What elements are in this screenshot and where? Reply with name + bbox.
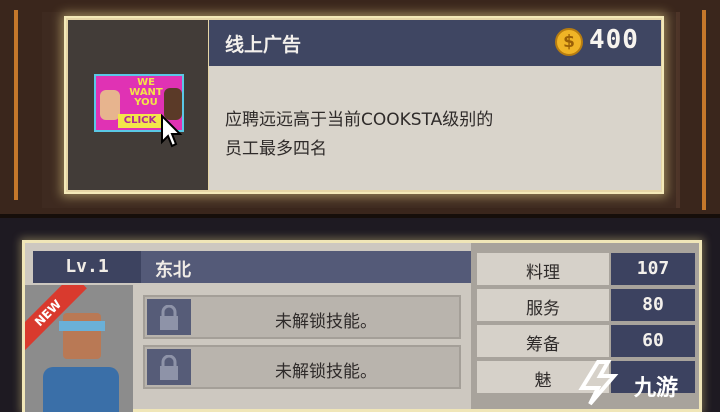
watermark-logo-icon xyxy=(578,360,619,406)
skill-slot-1[interactable]: 未解锁技能。 xyxy=(143,295,461,339)
lock-icon xyxy=(147,349,191,385)
portrait-body xyxy=(43,367,119,412)
ad-title: 线上广告 xyxy=(225,34,302,56)
ad-price: 400 xyxy=(589,25,639,55)
stat-value: 80 xyxy=(611,289,695,321)
lock-icon xyxy=(147,299,191,335)
stat-value: 107 xyxy=(611,253,695,285)
stat-row-service: 服务 80 xyxy=(477,289,695,323)
watermark: 九游 xyxy=(548,350,720,412)
skill-label: 未解锁技能。 xyxy=(275,312,377,332)
ad-description: 应聘远远高于当前COOKSTA级别的 员工最多四名 xyxy=(225,106,605,164)
stat-label-box: 服务 xyxy=(477,289,609,321)
thumbnail-person-left xyxy=(100,90,120,120)
skill-label: 未解锁技能。 xyxy=(275,362,377,382)
stat-row-cooking: 料理 107 xyxy=(477,253,695,287)
ad-thumbnail-panel: WE WANT YOU CLICK xyxy=(68,20,208,190)
portrait-head xyxy=(63,313,101,359)
thumbnail-click-label: CLICK xyxy=(118,114,162,128)
online-ad-card[interactable]: WE WANT YOU CLICK 线上广告 $ 400 应聘远远高于当前COO… xyxy=(64,16,664,194)
ad-description-line2: 员工最多四名 xyxy=(225,139,327,159)
employee-name-bar: 东北 xyxy=(141,251,471,283)
watermark-text: 九游 xyxy=(634,376,679,401)
employee-level: Lv.1 xyxy=(33,251,141,283)
coin-icon: $ xyxy=(555,28,583,56)
skill-slot-2[interactable]: 未解锁技能。 xyxy=(143,345,461,389)
mouse-cursor-icon xyxy=(161,114,183,148)
ad-description-line1: 应聘远远高于当前COOKSTA级别的 xyxy=(225,110,494,130)
employee-portrait: NEW xyxy=(25,285,133,412)
portrait-headband xyxy=(59,321,105,331)
ad-header: 线上广告 $ 400 xyxy=(209,20,661,66)
stat-label: 服务 xyxy=(526,299,560,319)
stat-label-box: 料理 xyxy=(477,253,609,285)
ad-info-panel: 线上广告 $ 400 应聘远远高于当前COOKSTA级别的 员工最多四名 xyxy=(209,20,661,190)
employee-name: 东北 xyxy=(155,260,191,281)
stat-label: 料理 xyxy=(526,263,560,283)
thumbnail-headline: WE WANT YOU xyxy=(129,77,163,108)
